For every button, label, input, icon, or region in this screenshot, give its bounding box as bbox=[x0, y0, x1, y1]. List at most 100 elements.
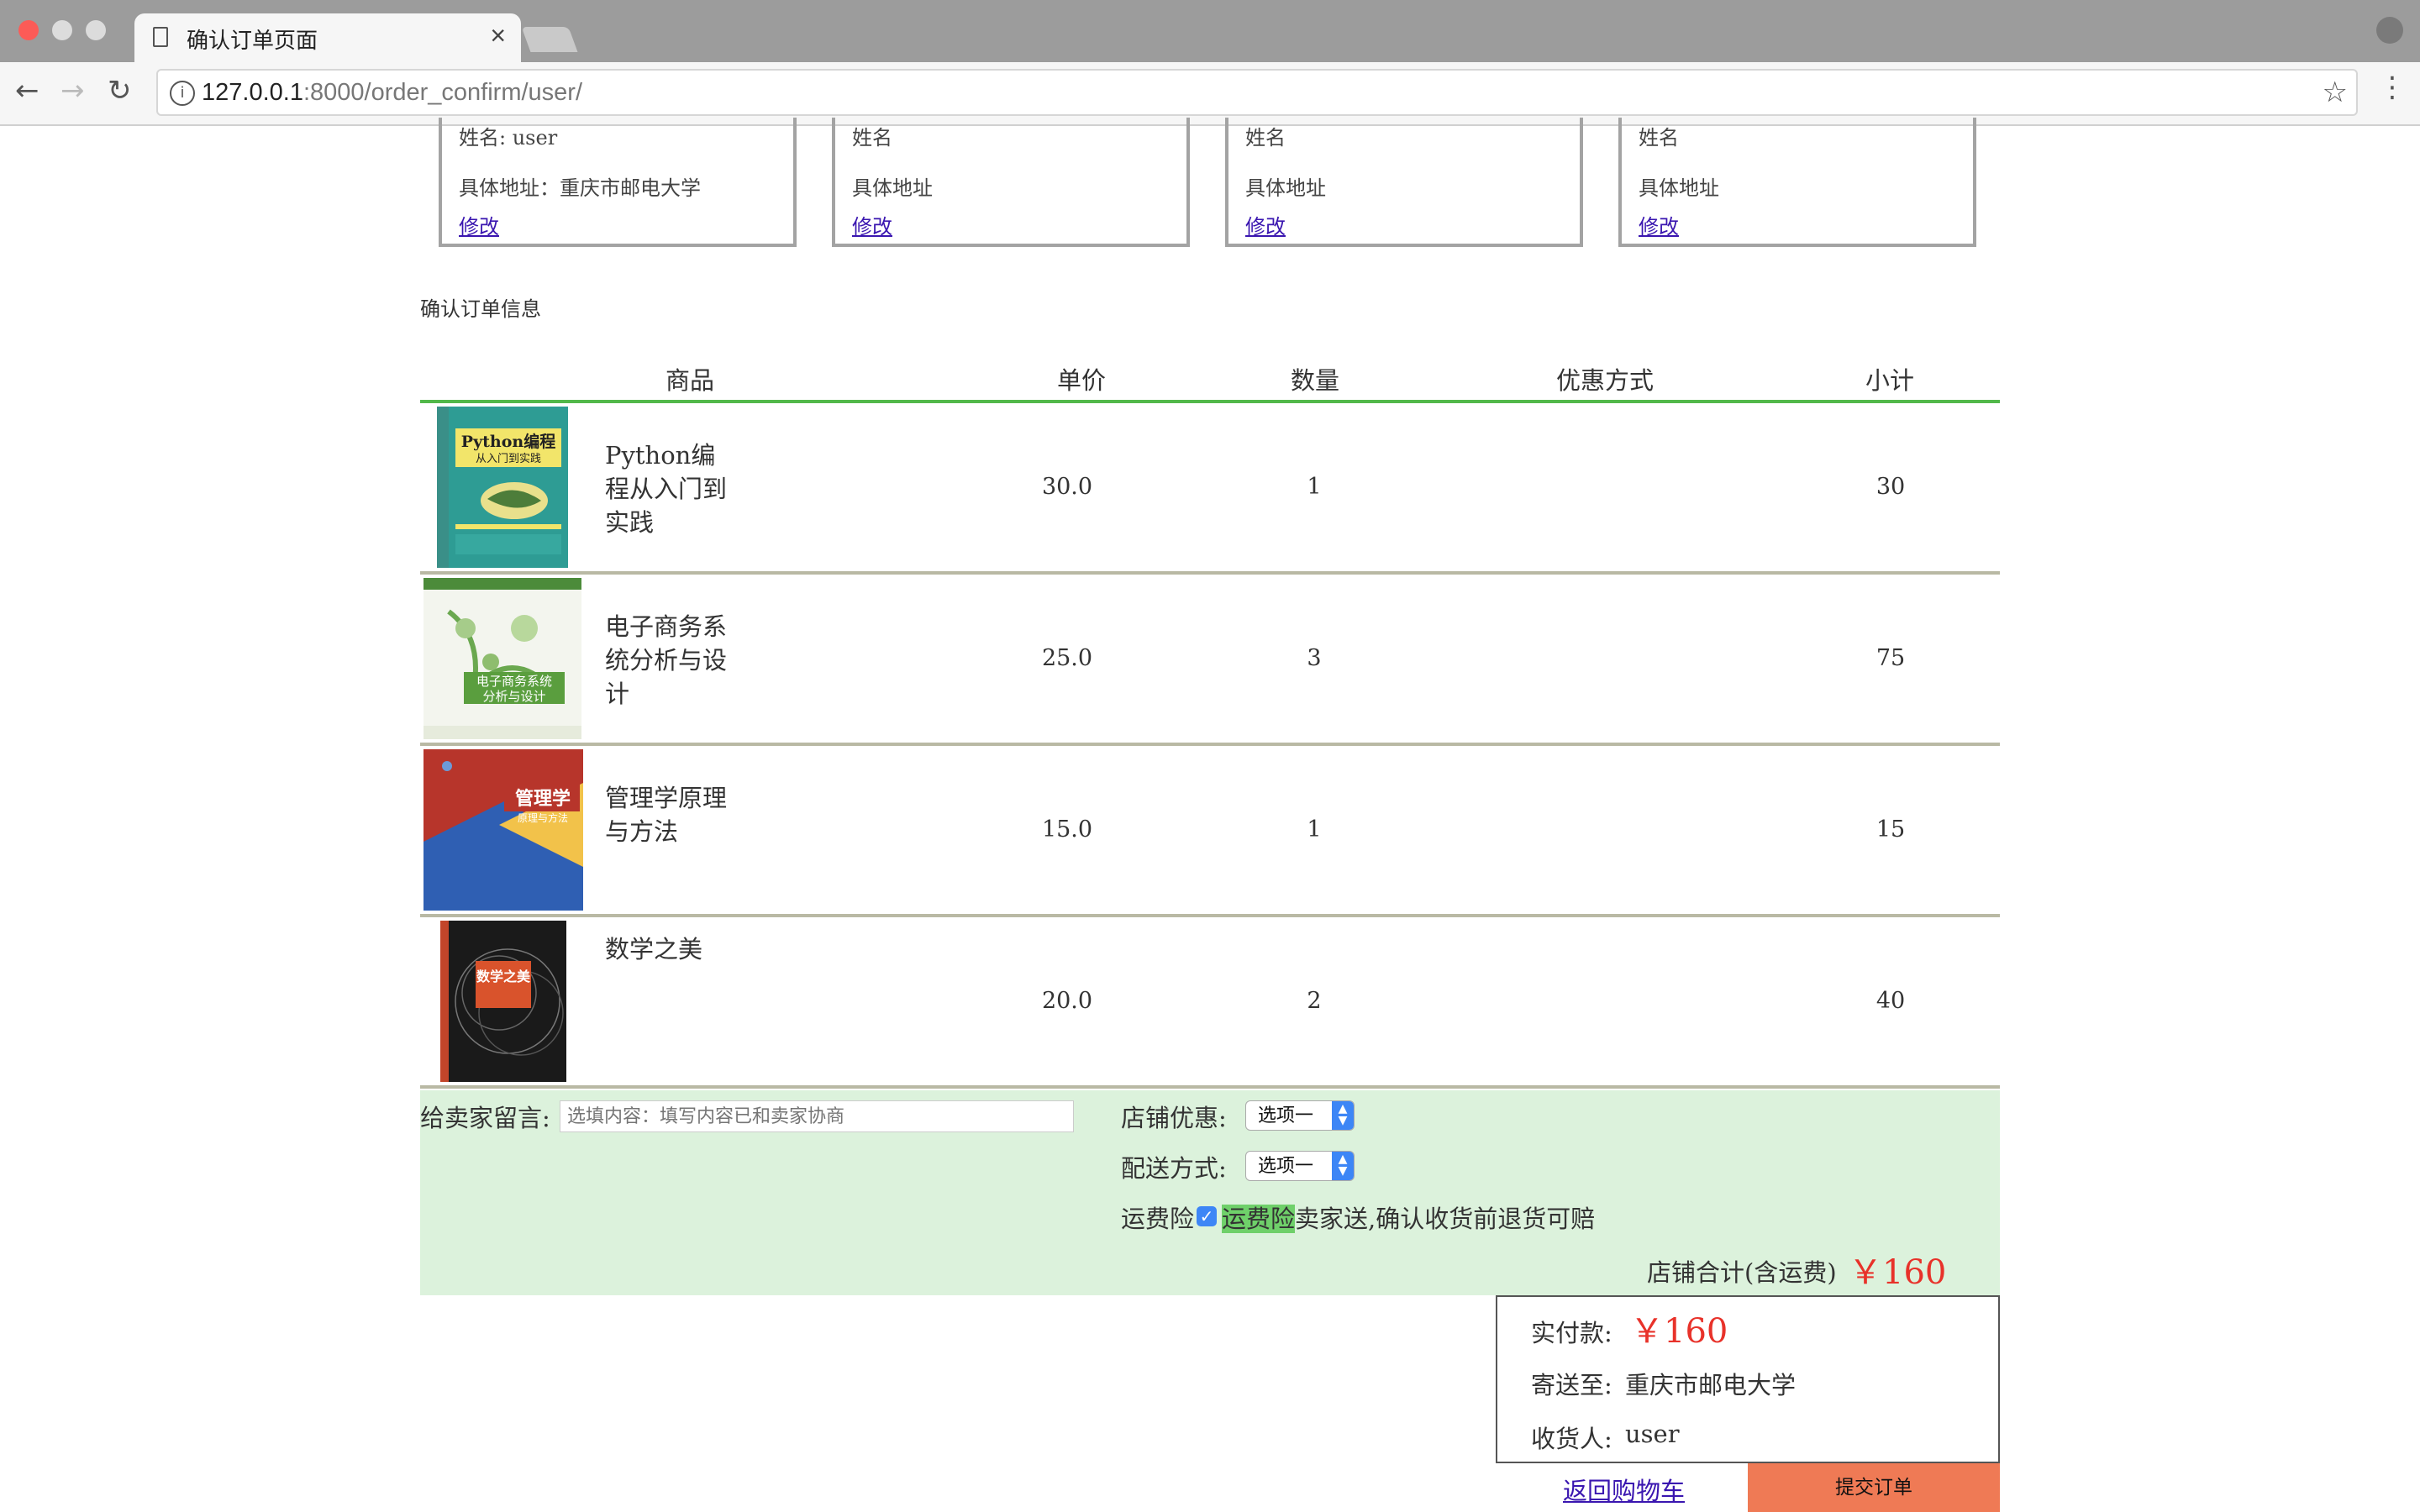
address-detail: 具体地址 bbox=[1245, 176, 1326, 200]
shop-discount-value: 选项一 bbox=[1258, 1105, 1314, 1126]
paid-label: 实付款: bbox=[1531, 1319, 1612, 1347]
seller-message-input[interactable] bbox=[560, 1100, 1074, 1132]
delivery-method-select[interactable]: 选项一 ▲ ▼ bbox=[1245, 1151, 1355, 1181]
window-close-button[interactable] bbox=[18, 20, 39, 40]
cover-subtitle: 原理与方法 bbox=[518, 811, 568, 824]
row-divider bbox=[420, 1085, 2000, 1089]
browser-titlebar: 确认订单页面 × bbox=[0, 0, 2420, 62]
browser-toolbar: ← → ↻ i 127.0.0.1:8000/order_confirm/use… bbox=[0, 62, 2420, 126]
tab-close-icon[interactable]: × bbox=[490, 20, 506, 51]
cover-title: 数学之美 bbox=[476, 969, 531, 984]
table-row: 数学之美 数学之美 20.0 2 40 bbox=[420, 917, 2000, 1089]
receiver-label: 收货人: bbox=[1531, 1425, 1612, 1453]
insurance-highlight: 运费险 bbox=[1222, 1205, 1296, 1233]
cover-title: 电子商务系统 bbox=[476, 674, 552, 689]
section-title: 确认订单信息 bbox=[420, 297, 541, 321]
unit-price: 20.0 bbox=[1041, 988, 1093, 1014]
cover-title: 管理学 bbox=[515, 788, 571, 810]
table-row: 管理学 原理与方法 管理学原理与方法 15.0 1 15 bbox=[420, 746, 2000, 917]
shop-total-label: 店铺合计(含运费) bbox=[1647, 1258, 1837, 1287]
subtotal: 15 bbox=[1876, 816, 1906, 843]
column-header-price: 单价 bbox=[1057, 366, 1107, 395]
url-host: 127.0.0.1 bbox=[202, 79, 303, 106]
column-header-quantity: 数量 bbox=[1291, 366, 1340, 395]
shop-total-value: ￥160 bbox=[1849, 1253, 1947, 1292]
address-card[interactable]: 姓名 具体地址 修改 bbox=[1618, 118, 1976, 247]
page-icon bbox=[153, 27, 168, 47]
forward-arrow-icon[interactable]: → bbox=[60, 74, 85, 108]
paid-amount: ￥160 bbox=[1630, 1312, 1728, 1351]
table-row: 电子商务系统 分析与设计 电子商务系统分析与设计 25.0 3 75 bbox=[420, 575, 2000, 746]
url-text: 127.0.0.1:8000/order_confirm/user/ bbox=[202, 79, 582, 107]
ship-to-address: 重庆市邮电大学 bbox=[1625, 1371, 1797, 1399]
address-bar[interactable]: i 127.0.0.1:8000/order_confirm/user/ ☆ bbox=[156, 69, 2358, 116]
select-arrows-icon: ▲ ▼ bbox=[1332, 1101, 1354, 1130]
column-header-discount: 优惠方式 bbox=[1556, 366, 1655, 395]
url-path: :8000/order_confirm/user/ bbox=[302, 79, 583, 106]
address-name: 姓名 bbox=[1639, 126, 1679, 150]
browser-tab[interactable]: 确认订单页面 × bbox=[134, 13, 521, 62]
address-card[interactable]: 姓名: user 具体地址：重庆市邮电大学 修改 bbox=[439, 118, 797, 247]
quantity: 2 bbox=[1307, 988, 1322, 1014]
product-name[interactable]: 电子商务系统分析与设计 bbox=[605, 610, 731, 711]
product-name[interactable]: 数学之美 bbox=[605, 932, 731, 966]
column-header-product: 商品 bbox=[666, 366, 715, 395]
cover-subtitle: 分析与设计 bbox=[482, 689, 545, 704]
window-minimize-button[interactable] bbox=[52, 20, 72, 40]
quantity: 3 bbox=[1307, 645, 1322, 671]
column-header-subtotal: 小计 bbox=[1865, 366, 1915, 395]
message-label: 给卖家留言: bbox=[420, 1104, 550, 1132]
subtotal: 40 bbox=[1876, 988, 1906, 1014]
insurance-checkbox[interactable]: ✓ bbox=[1197, 1206, 1217, 1226]
address-name: 姓名: user bbox=[459, 126, 558, 150]
product-name[interactable]: Python编程从入门到实践 bbox=[605, 438, 731, 539]
cover-subtitle: 从入门到实践 bbox=[476, 453, 541, 465]
unit-price: 15.0 bbox=[1041, 816, 1093, 843]
address-card[interactable]: 姓名 具体地址 修改 bbox=[832, 118, 1190, 247]
unit-price: 30.0 bbox=[1041, 474, 1093, 500]
bookmark-star-icon[interactable]: ☆ bbox=[2323, 76, 2348, 109]
info-icon[interactable]: i bbox=[170, 81, 195, 106]
product-cover-image[interactable]: Python编程 从入门到实践 bbox=[437, 407, 568, 568]
insurance-description: 运费险卖家送,确认收货前退货可赔 bbox=[1222, 1200, 1595, 1235]
product-cover-image[interactable]: 电子商务系统 分析与设计 bbox=[424, 578, 581, 739]
subtotal: 75 bbox=[1876, 645, 1906, 671]
subtotal: 30 bbox=[1876, 474, 1906, 500]
address-card[interactable]: 姓名 具体地址 修改 bbox=[1225, 118, 1583, 247]
quantity: 1 bbox=[1307, 816, 1322, 843]
order-summary-box: 实付款: ￥160 寄送至: 重庆市邮电大学 收货人: user bbox=[1496, 1295, 2000, 1463]
edit-address-link[interactable]: 修改 bbox=[1639, 210, 1679, 239]
tab-title: 确认订单页面 bbox=[187, 28, 318, 53]
profile-icon[interactable] bbox=[2376, 17, 2403, 44]
product-name[interactable]: 管理学原理与方法 bbox=[605, 781, 731, 848]
insurance-label: 运费险 bbox=[1121, 1205, 1195, 1233]
product-cover-image[interactable]: 管理学 原理与方法 bbox=[424, 749, 583, 911]
address-detail: 具体地址 bbox=[852, 176, 933, 200]
address-detail: 具体地址 bbox=[1639, 176, 1719, 200]
receiver-name: user bbox=[1625, 1420, 1680, 1448]
address-detail: 具体地址：重庆市邮电大学 bbox=[459, 176, 701, 200]
reload-icon[interactable]: ↻ bbox=[108, 74, 132, 108]
quantity: 1 bbox=[1307, 474, 1322, 500]
unit-price: 25.0 bbox=[1041, 645, 1093, 671]
ship-to-label: 寄送至: bbox=[1531, 1371, 1612, 1399]
shop-options-panel: 给卖家留言: 店铺优惠: 选项一 ▲▼ 配送方式: 选项一 ▲▼ 运费险 ✓ 运… bbox=[420, 1090, 2000, 1295]
back-to-cart-link[interactable]: 返回购物车 bbox=[1563, 1472, 1685, 1507]
table-row: Python编程 从入门到实践 Python编程从入门到实践 30.0 1 30 bbox=[420, 403, 2000, 575]
product-cover-image[interactable]: 数学之美 bbox=[440, 921, 566, 1082]
edit-address-link[interactable]: 修改 bbox=[1245, 210, 1286, 239]
new-tab-button[interactable] bbox=[521, 27, 578, 52]
address-name: 姓名 bbox=[852, 126, 892, 150]
back-arrow-icon[interactable]: ← bbox=[15, 74, 39, 108]
cover-title: Python编程 bbox=[461, 432, 555, 451]
submit-order-button[interactable]: 提交订单 bbox=[1748, 1463, 2000, 1512]
select-arrows-icon: ▲ ▼ bbox=[1332, 1152, 1354, 1180]
edit-address-link[interactable]: 修改 bbox=[459, 210, 499, 239]
shop-discount-label: 店铺优惠: bbox=[1121, 1104, 1227, 1132]
delivery-label: 配送方式: bbox=[1121, 1154, 1227, 1183]
shop-discount-select[interactable]: 选项一 ▲ ▼ bbox=[1245, 1100, 1355, 1131]
edit-address-link[interactable]: 修改 bbox=[852, 210, 892, 239]
window-zoom-button[interactable] bbox=[86, 20, 106, 40]
browser-menu-icon[interactable]: ⋮ bbox=[2378, 71, 2407, 104]
address-name: 姓名 bbox=[1245, 126, 1286, 150]
